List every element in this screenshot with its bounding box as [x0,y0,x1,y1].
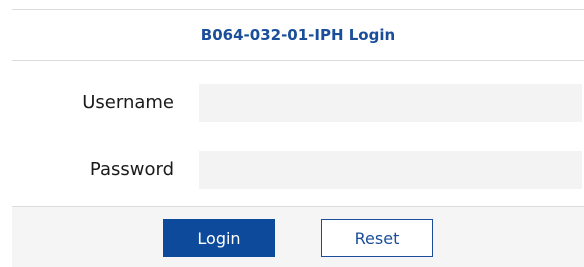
username-row: Username [12,82,584,124]
password-row: Password [12,149,584,191]
panel-header: B064-032-01-IPH Login [12,10,584,61]
reset-button[interactable]: Reset [321,219,433,257]
actions-bar: Login Reset [12,207,584,267]
page-title: B064-032-01-IPH Login [200,26,396,44]
username-label: Username [82,92,174,113]
login-button[interactable]: Login [163,219,275,257]
login-panel: B064-032-01-IPH Login Username Password … [12,9,584,267]
username-input[interactable] [199,84,582,122]
password-label: Password [89,159,174,180]
password-input[interactable] [199,151,582,189]
login-page: B064-032-01-IPH Login Username Password … [0,0,584,267]
